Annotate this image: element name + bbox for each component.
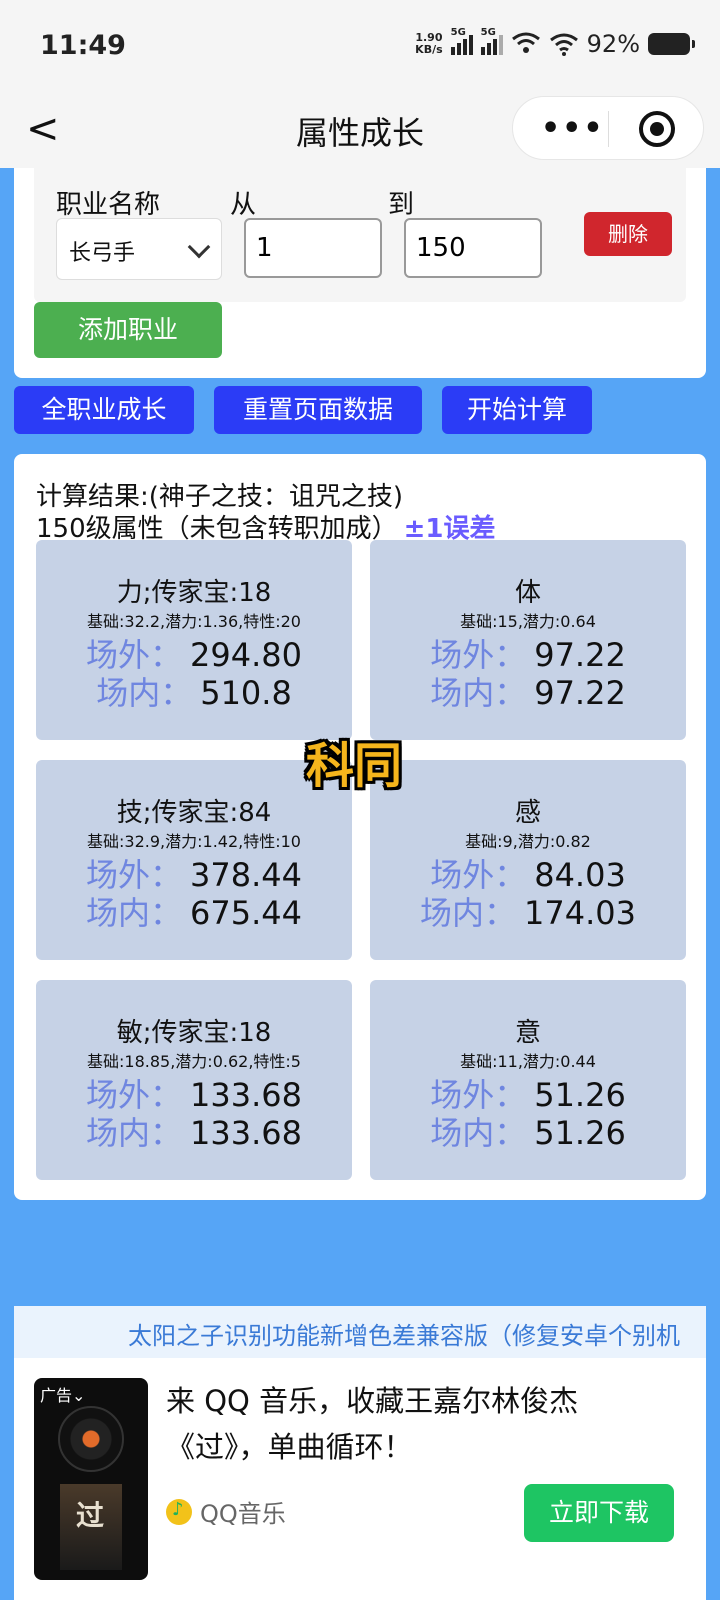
status-bar: 11:49 1.90 KB/s 5G 5G 92% — [0, 0, 720, 92]
capsule-divider — [608, 111, 609, 147]
stat-card-strength: 力;传家宝:18 基础:32.2,潜力:1.36,特性:20 场外： 294.80… — [36, 540, 352, 740]
wifi-icon — [549, 33, 578, 56]
reset-page-button[interactable]: 重置页面数据 — [214, 386, 422, 434]
stat-inside: 场内： 510.8 — [96, 674, 292, 712]
stat-detail: 基础:18.85,潜力:0.62,特性:5 — [87, 1052, 301, 1071]
stat-detail: 基础:9,潜力:0.82 — [465, 832, 591, 851]
stat-inside: 场内： 133.68 — [86, 1114, 302, 1152]
stat-inside: 场内： 174.03 — [420, 894, 636, 932]
announcement-marquee[interactable]: 太阳之子识别功能新增色差兼容版（修复安卓个别机 — [14, 1306, 706, 1358]
stat-detail: 基础:32.2,潜力:1.36,特性:20 — [87, 612, 301, 631]
stat-title: 意 — [514, 1018, 541, 1048]
from-label: 从 — [230, 190, 257, 220]
from-level-input[interactable] — [244, 218, 382, 278]
hotspot-icon — [511, 32, 540, 53]
download-button[interactable]: 立即下载 — [524, 1484, 674, 1542]
all-jobs-growth-button[interactable]: 全职业成长 — [14, 386, 194, 434]
signal-icon: 5G — [450, 27, 473, 55]
stat-card-skill: 技;传家宝:84 基础:32.9,潜力:1.42,特性:10 场外： 378.44… — [36, 760, 352, 960]
battery-icon — [648, 33, 695, 55]
stat-title: 感 — [514, 798, 541, 828]
qq-music-icon — [166, 1498, 192, 1525]
stat-card-agility: 敏;传家宝:18 基础:18.85,潜力:0.62,特性:5 场外： 133.68… — [36, 980, 352, 1180]
stat-detail: 基础:15,潜力:0.64 — [460, 612, 596, 631]
stat-inside: 场内： 675.44 — [86, 894, 302, 932]
job-form-card: 职业名称 从 到 长弓手 删除 添加职业 — [14, 168, 706, 378]
stat-card-sense: 感 基础:9,潜力:0.82 场外： 84.03 场内： 174.03 — [370, 760, 686, 960]
more-icon[interactable]: ••• — [541, 111, 605, 146]
stat-card-constitution: 体 基础:15,潜力:0.64 场外： 97.22 场内： 97.22 — [370, 540, 686, 740]
net-speed: 1.90 KB/s — [415, 31, 443, 56]
stat-card-will: 意 基础:11,潜力:0.44 场外： 51.26 场内： 51.26 — [370, 980, 686, 1180]
job-name-label: 职业名称 — [56, 190, 161, 220]
to-label: 到 — [388, 190, 415, 220]
ad-brand: QQ音乐 — [166, 1494, 286, 1529]
stat-inside: 场内： 97.22 — [430, 674, 626, 712]
ad-card[interactable]: 广告⌄ 过 来 QQ 音乐，收藏王嘉尔林俊杰《过》，单曲循环！ QQ音乐 立即下… — [14, 1358, 706, 1600]
stat-title: 敏;传家宝:18 — [116, 1018, 272, 1048]
nav-bar: < 属性成长 ••• — [0, 92, 720, 168]
stat-title: 力;传家宝:18 — [116, 578, 272, 608]
announcement-text: 太阳之子识别功能新增色差兼容版（修复安卓个别机 — [128, 1322, 680, 1350]
stat-title: 技;传家宝:84 — [116, 798, 272, 828]
album-poster: 过 — [60, 1484, 122, 1570]
status-time: 11:49 — [40, 30, 126, 61]
stat-detail: 基础:11,潜力:0.44 — [460, 1052, 596, 1071]
battery-percent: 92% — [586, 30, 640, 58]
job-select-value: 长弓手 — [69, 241, 136, 266]
signal-icon: 5G — [480, 27, 503, 55]
ad-brand-name: QQ音乐 — [200, 1500, 286, 1528]
results-card: 计算结果:(神子之技：诅咒之技) 150级属性（未包含转职加成） ±1误差 力;传… — [14, 454, 706, 1200]
start-calc-button[interactable]: 开始计算 — [442, 386, 592, 434]
vinyl-record-icon — [58, 1406, 124, 1472]
status-icons: 1.90 KB/s 5G 5G 92% — [415, 27, 695, 58]
ad-tag[interactable]: 广告⌄ — [40, 1382, 85, 1406]
ad-text: 来 QQ 音乐，收藏王嘉尔林俊杰《过》，单曲循环！ — [166, 1384, 579, 1464]
stat-inside: 场内： 51.26 — [430, 1114, 626, 1152]
close-target-icon[interactable] — [639, 111, 675, 147]
watermark-text: 科同 — [306, 738, 403, 794]
add-job-button[interactable]: 添加职业 — [34, 302, 222, 358]
job-row: 职业名称 从 到 长弓手 删除 — [34, 168, 686, 302]
ad-thumbnail[interactable]: 广告⌄ 过 — [34, 1378, 148, 1580]
delete-button[interactable]: 删除 — [584, 212, 672, 256]
stat-title: 体 — [514, 578, 541, 608]
stat-detail: 基础:32.9,潜力:1.42,特性:10 — [87, 832, 301, 851]
chevron-down-icon — [187, 235, 211, 259]
mini-program-capsule: ••• — [512, 96, 704, 160]
job-select[interactable]: 长弓手 — [56, 218, 222, 280]
to-level-input[interactable] — [404, 218, 542, 278]
